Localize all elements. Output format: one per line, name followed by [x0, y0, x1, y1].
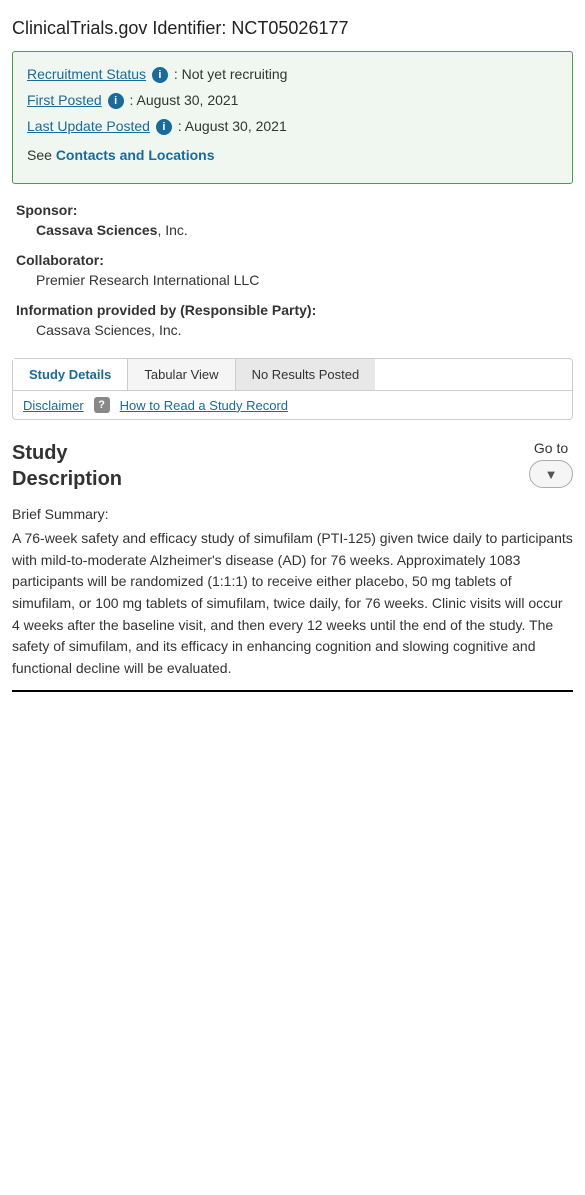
contacts-prefix: See: [27, 147, 52, 163]
first-posted-label[interactable]: First Posted: [27, 92, 102, 108]
contacts-row: See Contacts and Locations: [27, 145, 558, 166]
tab-tabular-view[interactable]: Tabular View: [128, 359, 235, 390]
info-provided-section: Information provided by (Responsible Par…: [12, 302, 573, 338]
sponsor-name-row: Cassava Sciences, Inc.: [16, 222, 569, 238]
how-to-read-link[interactable]: How to Read a Study Record: [120, 398, 288, 413]
collaborator-name: Premier Research International LLC: [36, 272, 569, 288]
brief-summary-label: Brief Summary:: [12, 506, 573, 522]
go-to-section: Go to ▼: [529, 440, 573, 488]
sponsor-section: Sponsor: Cassava Sciences, Inc.: [12, 202, 573, 238]
go-to-button[interactable]: ▼: [529, 460, 573, 488]
go-to-label: Go to: [534, 440, 568, 456]
info-icon-recruitment[interactable]: i: [152, 67, 168, 83]
recruitment-row: Recruitment Status i : Not yet recruitin…: [27, 64, 558, 85]
last-update-row: Last Update Posted i : August 30, 2021: [27, 116, 558, 137]
sponsor-label: Sponsor:: [16, 202, 569, 218]
sub-tabs-row: Disclaimer ? How to Read a Study Record: [13, 391, 572, 419]
study-description-section: Study Description Go to ▼ Brief Summary:…: [12, 440, 573, 692]
info-provided-label: Information provided by (Responsible Par…: [16, 302, 569, 318]
first-posted-row: First Posted i : August 30, 2021: [27, 90, 558, 111]
collaborator-label: Collaborator:: [16, 252, 569, 268]
first-posted-value: August 30, 2021: [137, 92, 239, 108]
contacts-link[interactable]: Contacts and Locations: [56, 147, 215, 163]
last-update-label[interactable]: Last Update Posted: [27, 118, 150, 134]
recruitment-label[interactable]: Recruitment Status: [27, 66, 146, 82]
first-posted-separator: :: [129, 92, 136, 108]
info-provided-value: Cassava Sciences, Inc.: [36, 322, 569, 338]
help-question-icon: ?: [94, 397, 110, 413]
sponsor-suffix: , Inc.: [157, 222, 187, 238]
collaborator-section: Collaborator: Premier Research Internati…: [12, 252, 573, 288]
info-icon-first-posted[interactable]: i: [108, 93, 124, 109]
last-update-separator: :: [178, 118, 185, 134]
last-update-value: August 30, 2021: [185, 118, 287, 134]
study-desc-title: Study Description: [12, 440, 122, 492]
disclaimer-link[interactable]: Disclaimer: [23, 398, 84, 413]
info-icon-last-update[interactable]: i: [156, 119, 172, 135]
tab-no-results-posted[interactable]: No Results Posted: [236, 359, 376, 390]
page-title: ClinicalTrials.gov Identifier: NCT050261…: [12, 18, 573, 39]
tabs-row: Study Details Tabular View No Results Po…: [13, 359, 572, 391]
brief-summary-text: A 76-week safety and efficacy study of s…: [12, 528, 573, 680]
study-desc-header: Study Description Go to ▼: [12, 440, 573, 492]
recruitment-value: Not yet recruiting: [182, 66, 288, 82]
tab-study-details[interactable]: Study Details: [13, 359, 128, 390]
sponsor-name: Cassava Sciences: [36, 222, 157, 238]
recruitment-separator: :: [174, 66, 182, 82]
status-box: Recruitment Status i : Not yet recruitin…: [12, 51, 573, 184]
tabs-container: Study Details Tabular View No Results Po…: [12, 358, 573, 420]
